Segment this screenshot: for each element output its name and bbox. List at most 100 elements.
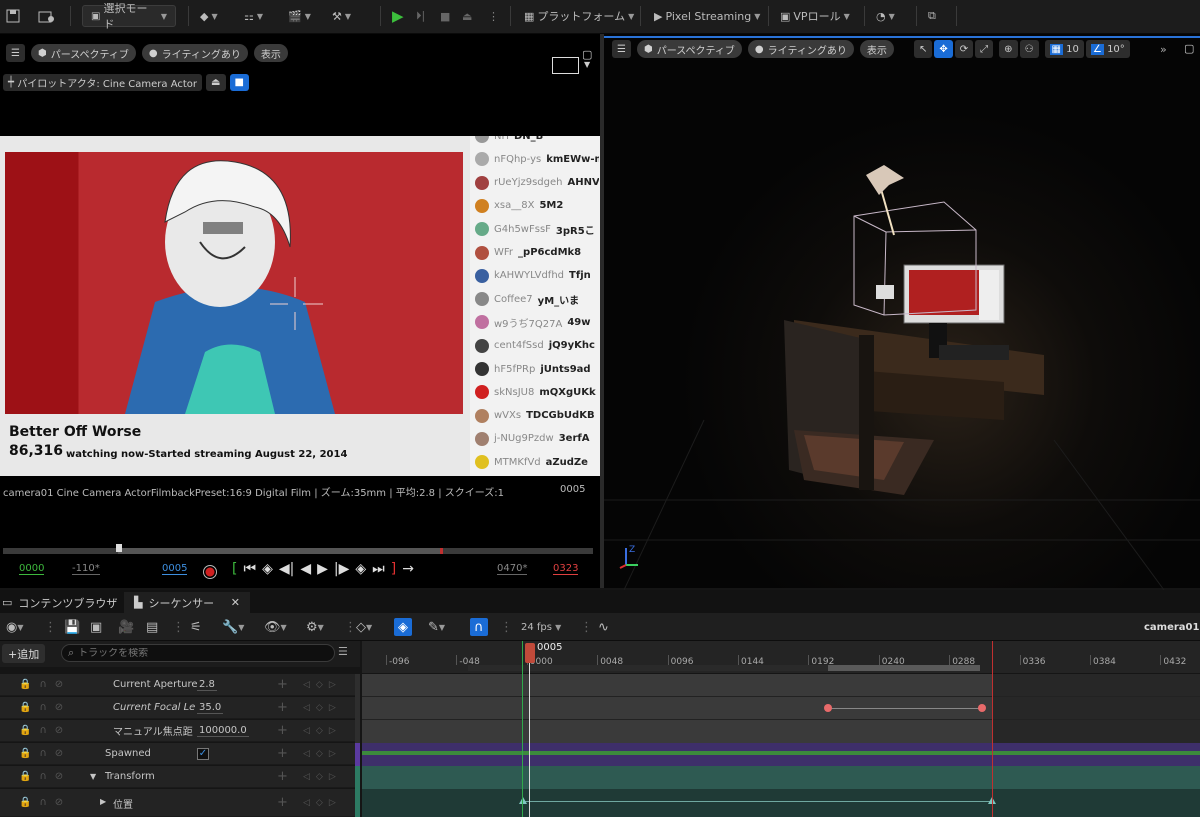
tab-content-browser[interactable]: ▭ コンテンツブラウザ — [2, 592, 117, 613]
lock-icon[interactable]: 🔒 — [19, 725, 31, 736]
tools-icon[interactable]: 🔧 ▼ — [222, 618, 244, 636]
out-frame[interactable]: 0470* — [497, 563, 528, 575]
step-icon[interactable]: ⏵| — [416, 5, 425, 27]
render-icon[interactable]: 🎥 — [118, 618, 134, 636]
jump-end-icon[interactable]: ⏭ — [372, 561, 385, 577]
performance-icon[interactable]: ◔ ▼ — [876, 5, 895, 27]
track-focal-length[interactable]: 🔒 ∩ ⊘ Current Focal Le 35.0 + ◁◇▷ — [0, 697, 358, 719]
in-frame[interactable]: -110* — [72, 563, 100, 575]
eject-pilot-icon[interactable]: ⏏ — [206, 74, 226, 91]
track-value[interactable]: 2.8 — [197, 679, 217, 691]
edit-icon[interactable]: ✎ ▼ — [428, 618, 445, 636]
blueprint-icon[interactable]: ⚏ ▼ — [244, 5, 263, 27]
pixel-streaming-menu[interactable]: ▶ Pixel Streaming ▼ — [654, 5, 760, 27]
track-search-input[interactable] — [78, 647, 319, 659]
collapse-icon[interactable]: ▼ — [90, 772, 96, 781]
movie-icon[interactable]: ▤ — [146, 618, 158, 636]
camera-lock-icon[interactable]: ■ — [229, 74, 249, 91]
more-icon[interactable]: ⋮ — [488, 5, 499, 27]
listen-icon[interactable]: ∩ — [39, 771, 46, 782]
add-key-icon[interactable]: + — [277, 677, 288, 692]
build-icon[interactable]: ⚒ ▼ — [332, 5, 351, 27]
record-icon[interactable] — [203, 565, 217, 579]
curve-editor-icon[interactable]: ∿ — [598, 618, 609, 636]
listen-icon[interactable]: ∩ — [39, 725, 46, 736]
start-frame[interactable]: 0000 — [19, 563, 45, 575]
show-button[interactable]: 表示 — [253, 44, 288, 62]
loop-icon[interactable]: → — [402, 561, 414, 577]
world-icon[interactable]: ⊕ — [999, 40, 1018, 58]
listen-icon[interactable]: ∩ — [39, 679, 46, 690]
add-key-icon[interactable]: + — [277, 795, 288, 810]
playhead-handle[interactable] — [525, 643, 535, 663]
show-button-right[interactable]: 表示 — [859, 40, 894, 58]
prev-key-icon[interactable]: ◈ — [262, 561, 273, 577]
section-location[interactable] — [362, 789, 1200, 817]
world-settings-icon[interactable]: ◉ ▼ — [6, 618, 24, 636]
mute-icon[interactable]: ⊘ — [55, 725, 63, 736]
add-key-icon[interactable]: + — [277, 723, 288, 738]
perspective-button-right[interactable]: ⬢ パースペクティブ — [636, 40, 742, 58]
keyframe-nav-icon[interactable]: ◁◇▷ — [303, 680, 342, 690]
save-icon[interactable] — [6, 5, 20, 27]
lock-icon[interactable]: 🔒 — [19, 748, 31, 759]
auto-key-icon[interactable]: ◈ — [394, 618, 412, 636]
lock-icon[interactable]: 🔒 — [19, 702, 31, 713]
current-frame[interactable]: 0005 — [162, 563, 188, 575]
listen-icon[interactable]: ∩ — [39, 748, 46, 759]
content-icon[interactable] — [38, 5, 56, 27]
surface-snap-icon[interactable]: ⚇ — [1019, 40, 1039, 58]
camera-cut-icon[interactable]: ⚟ — [190, 618, 202, 636]
mute-icon[interactable]: ⊘ — [55, 748, 63, 759]
lock-icon[interactable]: 🔒 — [19, 771, 31, 782]
lighting-button[interactable]: ● ライティングあり — [141, 44, 248, 62]
rotation-snap-button[interactable]: ∠ 10° — [1085, 40, 1130, 58]
keyframe-nav-icon[interactable]: ◁◇▷ — [303, 772, 342, 782]
add-track-button[interactable]: +追加 — [2, 644, 46, 663]
snap-icon[interactable]: ∩ — [470, 618, 488, 636]
mini-playhead[interactable] — [116, 544, 122, 552]
select-icon[interactable]: ↖ — [914, 40, 933, 58]
mode-select[interactable]: ▣ 選択モード ▼ — [82, 2, 176, 31]
translate-icon[interactable]: ✥ — [934, 40, 953, 58]
viewport-menu-icon-right[interactable]: ☰ — [612, 40, 631, 58]
set-end-icon[interactable]: ] — [391, 561, 396, 577]
spawned-checkbox[interactable]: ✓ — [197, 748, 209, 760]
end-frame[interactable]: 0323 — [553, 563, 579, 575]
track-aperture[interactable]: 🔒 ∩ ⊘ Current Aperture 2.8 + ◁◇▷ — [0, 674, 358, 696]
fps-select[interactable]: 24 fps ▼ — [521, 618, 561, 636]
listen-icon[interactable]: ∩ — [39, 702, 46, 713]
listen-icon[interactable]: ∩ — [39, 797, 46, 808]
play-icon[interactable]: ▶ — [392, 5, 404, 27]
add-key-icon[interactable]: + — [277, 746, 288, 761]
stop-icon[interactable]: ■ — [440, 5, 450, 27]
expand-icon[interactable]: ▶ — [100, 797, 106, 806]
keyframe[interactable] — [978, 704, 986, 712]
lighting-button-right[interactable]: ● ライティングあり — [747, 40, 854, 58]
maximize-icon-right[interactable]: ▢ — [1184, 42, 1194, 55]
frame-options-icon[interactable]: ▼ — [584, 60, 590, 69]
key-interp-icon[interactable]: ◇ ▼ — [356, 618, 372, 636]
add-key-icon[interactable]: + — [277, 769, 288, 784]
mini-timeline[interactable] — [3, 544, 593, 554]
window-icon[interactable]: ⧉ — [928, 5, 936, 27]
track-focus-distance[interactable]: 🔒 ∩ ⊘ マニュアル焦点距 100000.0 + ◁◇▷ — [0, 720, 358, 742]
keyframe[interactable] — [824, 704, 832, 712]
add-actor-icon[interactable]: ◆ ▼ — [200, 5, 218, 27]
grid-snap-button[interactable]: ▦ 10 — [1044, 40, 1084, 58]
filter-icon[interactable]: ☰ — [338, 645, 348, 658]
mute-icon[interactable]: ⊘ — [55, 679, 63, 690]
keyframe-nav-icon[interactable]: ◁◇▷ — [303, 726, 342, 736]
keyframe-nav-icon[interactable]: ◁◇▷ — [303, 798, 342, 808]
add-key-icon[interactable]: + — [277, 700, 288, 715]
close-icon[interactable]: ✕ — [231, 596, 240, 609]
play-icon-seq[interactable]: ▶ — [317, 561, 328, 577]
track-search[interactable]: ⌕ — [61, 644, 335, 662]
track-value[interactable]: 100000.0 — [197, 725, 249, 737]
perspective-button[interactable]: ⬢ パースペクティブ — [30, 44, 136, 62]
prev-frame-icon[interactable]: ◀| — [279, 561, 294, 577]
jump-start-icon[interactable]: ⏮ — [243, 561, 256, 577]
cinematics-icon[interactable]: 🎬 ▼ — [288, 5, 311, 27]
next-frame-icon[interactable]: |▶ — [334, 561, 349, 577]
track-transform[interactable]: 🔒 ∩ ⊘ ▼ Transform + ◁◇▷ — [0, 766, 358, 788]
